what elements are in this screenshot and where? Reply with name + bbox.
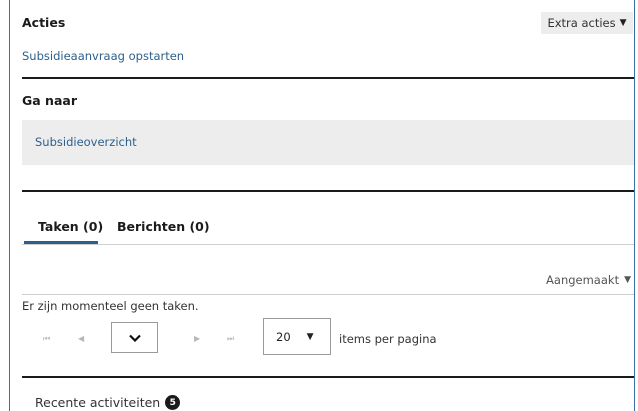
caret-down-icon: ▼ <box>619 18 627 28</box>
pagination-divider <box>22 376 634 378</box>
sort-divider <box>22 294 634 295</box>
actions-divider <box>22 77 634 79</box>
start-subsidy-link[interactable]: Subsidieaanvraag opstarten <box>22 49 184 63</box>
tabs-divider <box>22 244 634 245</box>
page-number-select[interactable] <box>111 322 158 353</box>
tab-taken[interactable]: Taken (0) <box>38 219 103 234</box>
extra-actions-label: Extra acties <box>547 16 616 30</box>
frame-left-border <box>9 0 10 411</box>
actions-heading: Acties <box>22 15 66 30</box>
sort-label: Aangemaakt <box>546 273 620 287</box>
page-size-select[interactable]: 20 ▼ <box>263 318 331 355</box>
subsidy-overview-link[interactable]: Subsidieoverzicht <box>35 135 137 149</box>
last-page-icon[interactable]: ⏭ <box>227 334 234 344</box>
next-page-icon[interactable]: ▶ <box>194 334 200 343</box>
goto-heading: Ga naar <box>22 93 77 108</box>
extra-actions-button[interactable]: Extra acties ▼ <box>541 12 633 34</box>
previous-page-icon[interactable]: ◀ <box>78 334 84 343</box>
caret-down-icon: ▼ <box>306 331 314 342</box>
caret-down-icon: ▼ <box>624 275 631 285</box>
no-tasks-message: Er zijn momenteel geen taken. <box>22 299 199 313</box>
frame-right-border <box>634 0 635 411</box>
goto-divider <box>22 190 634 192</box>
recent-activities-header[interactable]: Recente activiteiten 5 <box>35 395 181 410</box>
tab-berichten[interactable]: Berichten (0) <box>117 219 210 234</box>
recent-activities-title: Recente activiteiten <box>35 395 161 410</box>
first-page-icon[interactable]: ⏮ <box>43 334 50 344</box>
page-size-value: 20 <box>276 329 291 344</box>
chevron-down-icon <box>128 334 141 342</box>
items-per-page-label: items per pagina <box>339 332 437 346</box>
recent-activities-count-badge: 5 <box>165 395 181 410</box>
sort-dropdown[interactable]: Aangemaakt ▼ <box>546 273 631 287</box>
